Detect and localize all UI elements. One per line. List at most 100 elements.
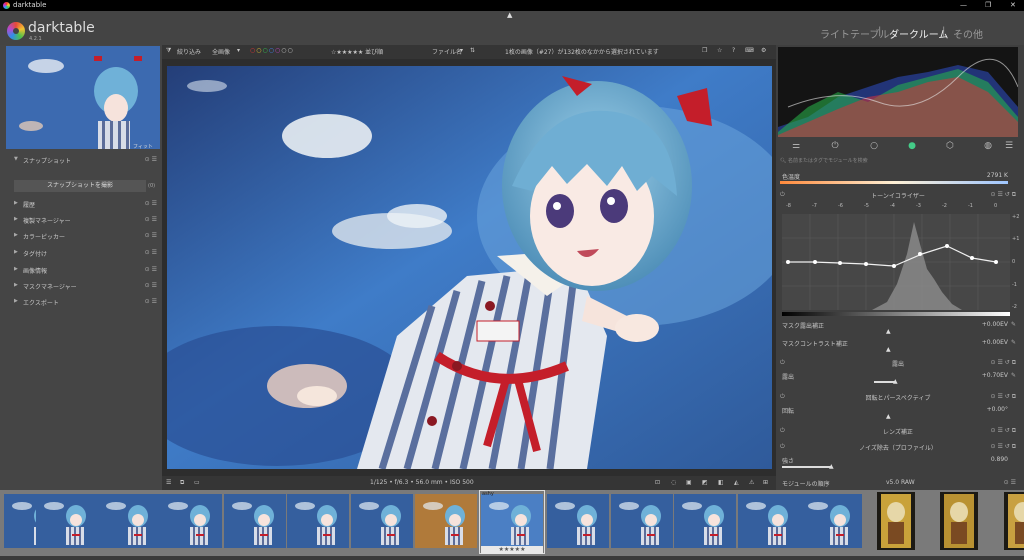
- module-controls-icon[interactable]: ⊙ ☰: [145, 249, 157, 256]
- sort-dropdown[interactable]: ファイル名: [432, 47, 462, 56]
- tab-active-modules-icon[interactable]: ⏻: [815, 141, 855, 155]
- module-denoise-header[interactable]: ⏻ ノイズ除去（プロファイル） ⊙ ☰ ↺ ⧉: [780, 442, 1016, 453]
- slider-marker-icon[interactable]: ▲: [886, 413, 891, 420]
- filmstrip-scrollbar[interactable]: [0, 556, 1024, 560]
- mask-contrast-row[interactable]: マスクコントラスト補正 +0.00EV ✎: [780, 338, 1016, 349]
- star-icon[interactable]: ☆: [717, 47, 722, 54]
- guides-icon[interactable]: ◭: [734, 479, 739, 486]
- picker-icon[interactable]: ✎: [1011, 339, 1016, 346]
- slider-marker-icon[interactable]: ▲: [893, 378, 898, 385]
- module-controls-icon[interactable]: ⊙ ☰: [145, 266, 157, 273]
- sort-order-icon[interactable]: ⇅: [470, 47, 475, 54]
- filmstrip-thumbnail[interactable]: [415, 494, 477, 548]
- tab-menu-icon[interactable]: ☰: [1000, 141, 1018, 155]
- module-duplicate-manager[interactable]: ▶ 複製マネージャー ⊙ ☰: [14, 214, 159, 227]
- module-order-row[interactable]: モジュールの順序 v5.0 RAW ⊙ ☰: [780, 478, 1016, 489]
- module-controls-icon[interactable]: ⊙ ☰ ↺ ⧉: [991, 191, 1016, 199]
- module-perspective-header[interactable]: ⏻ 回転とパースペクティブ ⊙ ☰ ↺ ⧉: [780, 392, 1016, 403]
- module-mask-manager[interactable]: ▶ マスクマネージャー ⊙ ☰: [14, 280, 159, 293]
- filmstrip-thumbnail[interactable]: [611, 494, 673, 548]
- histogram[interactable]: [778, 47, 1018, 137]
- module-controls-icon[interactable]: ⊙ ☰ ↺ ⧉: [991, 427, 1016, 435]
- module-tone-equalizer-header[interactable]: ⏻ トーンイコライザー ⊙ ☰ ↺ ⧉: [780, 190, 1016, 201]
- module-lens-header[interactable]: ⏻ レンズ補正 ⊙ ☰ ↺ ⧉: [780, 426, 1016, 437]
- filmstrip-thumbnail[interactable]: [940, 492, 978, 550]
- module-controls-icon[interactable]: ⊙ ☰: [145, 232, 157, 239]
- styles-icon[interactable]: ⧉: [180, 479, 184, 487]
- view-other[interactable]: その他: [953, 26, 983, 41]
- picker-icon[interactable]: ✎: [1011, 372, 1016, 379]
- slider-marker-icon[interactable]: ▲: [886, 346, 891, 353]
- exposure-row[interactable]: 露出 +0.70EV ✎: [780, 371, 1016, 382]
- view-darkroom[interactable]: ダークルーム: [889, 26, 948, 41]
- raw-overexposed-icon[interactable]: ⊡: [655, 479, 660, 486]
- module-controls-icon[interactable]: ⊙ ☰: [145, 200, 157, 207]
- collapse-top-arrow-icon[interactable]: ▲: [507, 11, 512, 19]
- take-snapshot-button[interactable]: スナップショットを撮影: [14, 180, 146, 192]
- filmstrip-thumbnail[interactable]: [738, 494, 800, 548]
- navigation-preview[interactable]: [6, 46, 160, 149]
- filmstrip-thumbnail[interactable]: [224, 494, 286, 548]
- filmstrip-thumbnail[interactable]: [36, 494, 98, 548]
- filter-dropdown[interactable]: 全画像: [212, 47, 230, 56]
- tab-color-icon[interactable]: ●: [892, 141, 932, 155]
- module-color-picker[interactable]: ▶ カラーピッカー ⊙ ☰: [14, 230, 159, 243]
- help-icon[interactable]: ?: [732, 47, 735, 54]
- color-label-filter[interactable]: ○○○○○○○: [250, 47, 294, 54]
- module-history[interactable]: ▶ 履歴 ⊙ ☰: [14, 198, 159, 211]
- filmstrip-thumbnail[interactable]: [1004, 492, 1024, 550]
- warning-icon[interactable]: ⚠: [749, 479, 754, 486]
- module-search-input[interactable]: 🔍︎ 名前またはタグでモジュールを検索: [780, 157, 1016, 167]
- tone-equalizer-graph[interactable]: [782, 214, 1010, 310]
- zoom-fit-label[interactable]: フィット: [133, 143, 153, 150]
- filmstrip-thumbnail[interactable]: [547, 494, 609, 548]
- tab-quick-access-icon[interactable]: ⚌: [776, 141, 816, 155]
- module-controls-icon[interactable]: ⊙ ☰: [145, 156, 157, 163]
- module-controls-icon[interactable]: ⊙ ☰: [1004, 479, 1016, 486]
- module-export[interactable]: ▶ エクスポート ⊙ ☰: [14, 296, 159, 309]
- module-snapshot[interactable]: ▼ スナップショット ⊙ ☰: [14, 154, 159, 167]
- tab-base-icon[interactable]: ○: [854, 141, 894, 155]
- module-exposure-header[interactable]: ⏻ 露出 ⊙ ☰ ↺ ⧉: [780, 358, 1016, 369]
- focus-peaking-icon[interactable]: ◩: [702, 479, 708, 486]
- filmstrip-thumbnail[interactable]: [160, 494, 222, 548]
- thumbnail-star-rating[interactable]: ★★★★★: [481, 546, 543, 554]
- module-controls-icon[interactable]: ⊙ ☰: [145, 216, 157, 223]
- rating-filter[interactable]: ☆★★★★★ 並び順: [331, 47, 383, 56]
- chevron-down-icon[interactable]: ▾: [237, 47, 240, 54]
- module-controls-icon[interactable]: ⊙ ☰ ↺ ⧉: [991, 359, 1016, 367]
- filter-icon[interactable]: ⧩: [166, 47, 171, 55]
- softproof-icon[interactable]: ◌: [671, 479, 676, 486]
- gamut-check-icon[interactable]: ▣: [686, 479, 692, 486]
- slider-marker-icon[interactable]: ▲: [886, 328, 891, 335]
- window-icon[interactable]: ❐: [702, 47, 707, 54]
- mask-exposure-row[interactable]: マスク露出補正 +0.00EV ✎: [780, 320, 1016, 331]
- denoise-strength-row[interactable]: 強さ 0.890: [780, 455, 1016, 466]
- module-controls-icon[interactable]: ⊙ ☰: [145, 298, 157, 305]
- close-icon[interactable]: ✕: [1010, 1, 1016, 9]
- module-controls-icon[interactable]: ⊙ ☰ ↺ ⧉: [991, 393, 1016, 401]
- grid-icon[interactable]: ⊞: [763, 479, 768, 486]
- filmstrip-thumbnail[interactable]: [287, 494, 349, 548]
- color-assessment-icon[interactable]: ◧: [718, 479, 724, 486]
- second-window-icon[interactable]: ▭: [194, 479, 200, 486]
- filmstrip-thumbnail[interactable]: [800, 494, 862, 548]
- presets-icon[interactable]: ☰: [166, 479, 171, 486]
- filmstrip-thumbnail[interactable]: [674, 494, 736, 548]
- module-image-info[interactable]: ▶ 画像情報 ⊙ ☰: [14, 264, 159, 277]
- module-controls-icon[interactable]: ⊙ ☰ ↺ ⧉: [991, 443, 1016, 451]
- gear-icon[interactable]: ⚙: [761, 47, 766, 54]
- filmstrip-thumbnail[interactable]: [351, 494, 413, 548]
- temperature-slider[interactable]: [780, 181, 1008, 184]
- module-controls-icon[interactable]: ⊙ ☰: [145, 282, 157, 289]
- picker-icon[interactable]: ✎: [1011, 321, 1016, 328]
- keyboard-icon[interactable]: ⌨: [745, 47, 754, 54]
- module-tagging[interactable]: ▶ タグ付け ⊙ ☰: [14, 247, 159, 260]
- denoise-slider-fill[interactable]: [782, 466, 832, 468]
- maximize-icon[interactable]: ❐: [985, 1, 991, 9]
- minimize-icon[interactable]: —: [960, 1, 967, 9]
- selected-thumbnail-frame[interactable]: [479, 490, 545, 554]
- chevron-down-icon[interactable]: ▾: [460, 47, 463, 54]
- main-image[interactable]: [167, 66, 772, 469]
- filmstrip-thumbnail[interactable]: [98, 494, 160, 548]
